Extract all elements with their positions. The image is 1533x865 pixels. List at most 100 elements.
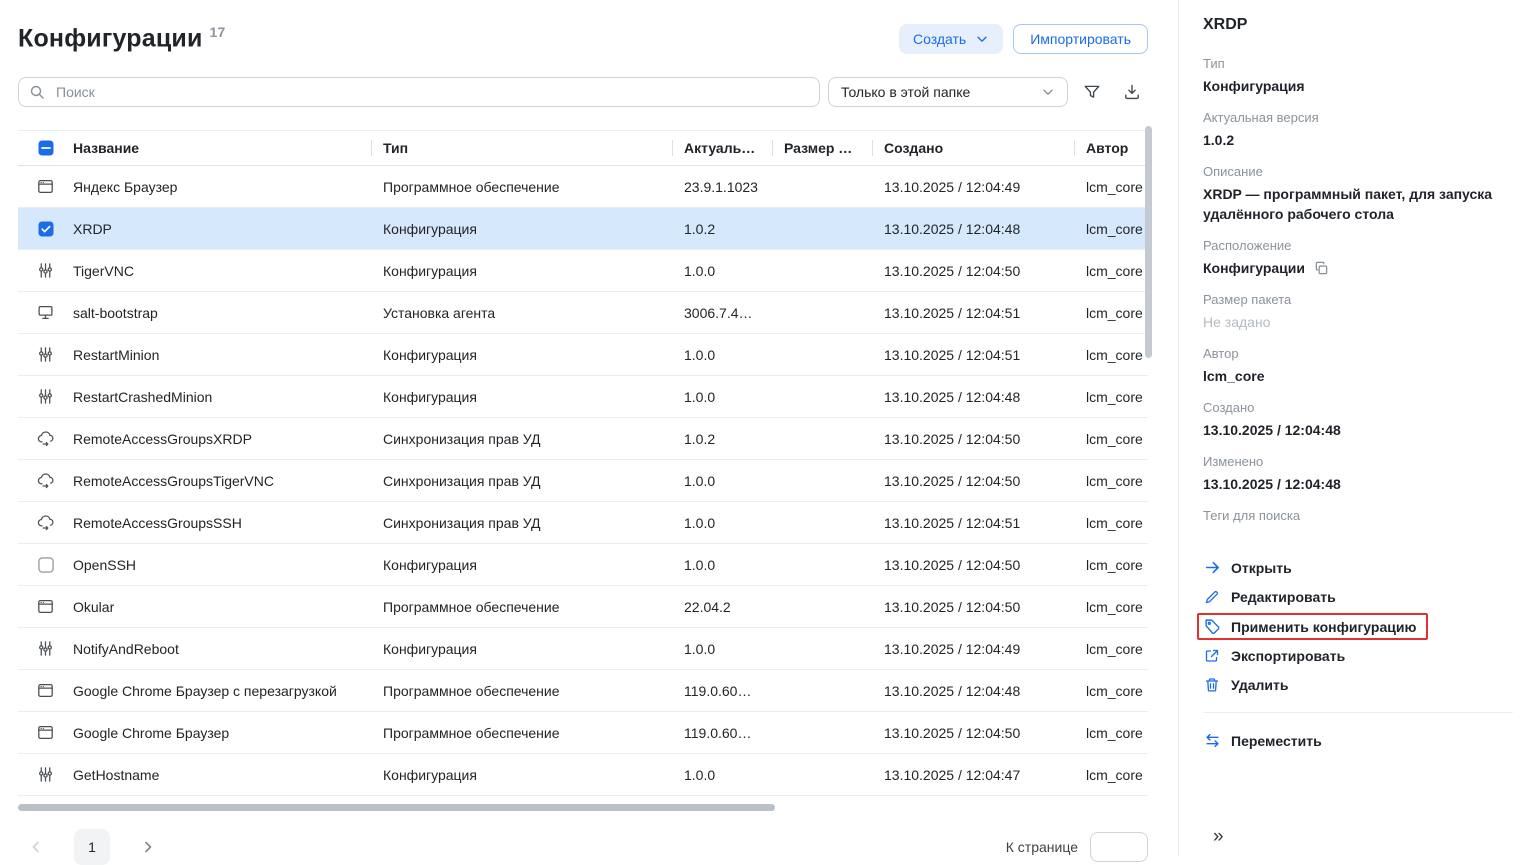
row-name: GetHostname [73, 767, 371, 783]
table-row[interactable]: Яндекс Браузер Программное обеспечение 2… [18, 166, 1148, 208]
column-header-version[interactable]: Актуаль… [672, 131, 772, 165]
row-name: Яндекс Браузер [73, 179, 371, 195]
table-row[interactable]: salt-bootstrap Установка агента 3006.7.4… [18, 292, 1148, 334]
detail-fields: Тип Конфигурация Актуальная версия 1.0.2… [1203, 56, 1513, 528]
column-header-type[interactable]: Тип [371, 131, 672, 165]
row-version: 119.0.60… [672, 683, 772, 699]
table-row[interactable]: XRDP Конфигурация 1.0.2 13.10.2025 / 12:… [18, 208, 1148, 250]
goto-page-label: К странице [1006, 839, 1078, 855]
table-row[interactable]: RemoteAccessGroupsTigerVNC Синхронизация… [18, 460, 1148, 502]
filter-button[interactable] [1076, 77, 1108, 107]
row-type: Синхронизация прав УД [371, 431, 672, 447]
create-button[interactable]: Создать [899, 24, 1003, 54]
page-1-button[interactable]: 1 [74, 829, 110, 865]
apply-configuration-action[interactable]: Применить конфигурацию [1197, 613, 1428, 640]
export-icon [1203, 648, 1221, 664]
horizontal-scrollbar[interactable] [18, 804, 1148, 811]
action-label: Применить конфигурацию [1231, 619, 1416, 635]
detail-actions: Открыть Редактировать Применить конфигур… [1203, 554, 1513, 698]
table-header: Название Тип Актуаль… Размер … Создано А… [18, 130, 1148, 166]
column-header-created[interactable]: Создано [872, 131, 1074, 165]
column-header-author[interactable]: Автор [1074, 131, 1148, 165]
tag-icon [1203, 618, 1221, 635]
folder-scope-select[interactable]: Только в этой папке [828, 77, 1068, 107]
table-row[interactable]: RestartMinion Конфигурация 1.0.0 13.10.2… [18, 334, 1148, 376]
import-button[interactable]: Импортировать [1013, 24, 1148, 54]
cloud-sync-icon[interactable] [37, 472, 54, 489]
row-name: TigerVNC [73, 263, 371, 279]
detail-field: Расположение Конфигурации [1203, 238, 1513, 278]
row-type: Синхронизация прав УД [371, 515, 672, 531]
table-row[interactable]: OpenSSH Конфигурация 1.0.0 13.10.2025 / … [18, 544, 1148, 586]
open-action[interactable]: Открыть [1197, 554, 1304, 581]
row-created: 13.10.2025 / 12:04:48 [872, 683, 1074, 699]
filter-icon [1083, 83, 1101, 101]
collapse-panel-button[interactable]: » [1213, 826, 1224, 848]
detail-field-value: XRDP — программный пакет, для запуска уд… [1203, 184, 1513, 224]
edit-action[interactable]: Редактировать [1197, 584, 1348, 610]
detail-field-value: 13.10.2025 / 12:04:48 [1203, 474, 1341, 494]
row-type: Конфигурация [371, 557, 672, 573]
search-box[interactable] [18, 77, 820, 107]
cloud-sync-icon[interactable] [37, 514, 54, 531]
vertical-scrollbar[interactable] [1145, 126, 1152, 358]
app-window-icon[interactable] [37, 724, 54, 741]
row-created: 13.10.2025 / 12:04:49 [872, 179, 1074, 195]
table-body: Яндекс Браузер Программное обеспечение 2… [18, 166, 1148, 796]
cloud-sync-icon[interactable] [37, 430, 54, 447]
app-window-icon[interactable] [37, 682, 54, 699]
checkbox-empty-icon[interactable] [38, 557, 54, 573]
search-input[interactable] [54, 83, 809, 101]
goto-page-input[interactable] [1090, 832, 1148, 862]
copy-icon[interactable] [1314, 261, 1329, 276]
next-page-button[interactable] [130, 829, 166, 865]
delete-action[interactable]: Удалить [1197, 672, 1300, 698]
row-name: Google Chrome Браузер с перезагрузкой [73, 683, 371, 699]
row-type: Программное обеспечение [371, 725, 672, 741]
sliders-icon[interactable] [37, 346, 54, 363]
app-window-icon[interactable] [37, 178, 54, 195]
select-all-checkbox[interactable] [38, 140, 54, 156]
column-header-size[interactable]: Размер … [772, 131, 872, 165]
table-row[interactable]: Google Chrome Браузер Программное обеспе… [18, 712, 1148, 754]
server-icon[interactable] [37, 304, 54, 321]
sliders-icon[interactable] [37, 766, 54, 783]
row-version: 1.0.0 [672, 515, 772, 531]
row-author: lcm_core [1074, 179, 1148, 195]
action-label: Открыть [1231, 560, 1292, 576]
row-author: lcm_core [1074, 683, 1148, 699]
header-actions: Создать Импортировать [899, 24, 1148, 54]
table-row[interactable]: RemoteAccessGroupsXRDP Синхронизация пра… [18, 418, 1148, 460]
horizontal-scrollbar-thumb[interactable] [18, 804, 775, 811]
row-name: RestartCrashedMinion [73, 389, 371, 405]
row-type: Конфигурация [371, 263, 672, 279]
table-row[interactable]: GetHostname Конфигурация 1.0.0 13.10.202… [18, 754, 1148, 796]
row-name: NotifyAndReboot [73, 641, 371, 657]
app-window-icon[interactable] [37, 598, 54, 615]
table-row[interactable]: RestartCrashedMinion Конфигурация 1.0.0 … [18, 376, 1148, 418]
checkbox-checked-icon[interactable] [38, 221, 54, 237]
detail-field-value: 1.0.2 [1203, 130, 1234, 150]
row-name: RemoteAccessGroupsTigerVNC [73, 473, 371, 489]
prev-page-button[interactable] [18, 829, 54, 865]
detail-field-label: Расположение [1203, 238, 1513, 253]
table-row[interactable]: NotifyAndReboot Конфигурация 1.0.0 13.10… [18, 628, 1148, 670]
sliders-icon[interactable] [37, 262, 54, 279]
sliders-icon[interactable] [37, 388, 54, 405]
table-row[interactable]: RemoteAccessGroupsSSH Синхронизация прав… [18, 502, 1148, 544]
table-row[interactable]: Google Chrome Браузер с перезагрузкой Пр… [18, 670, 1148, 712]
table-row[interactable]: TigerVNC Конфигурация 1.0.0 13.10.2025 /… [18, 250, 1148, 292]
row-version: 1.0.0 [672, 263, 772, 279]
download-button[interactable] [1116, 77, 1148, 107]
row-version: 1.0.0 [672, 389, 772, 405]
detail-field-label: Актуальная версия [1203, 110, 1513, 125]
table-row[interactable]: Okular Программное обеспечение 22.04.2 1… [18, 586, 1148, 628]
move-action[interactable]: Переместить [1197, 727, 1334, 754]
row-type: Синхронизация прав УД [371, 473, 672, 489]
create-button-label: Создать [913, 31, 966, 47]
column-header-name[interactable]: Название [73, 131, 371, 165]
export-action[interactable]: Экспортировать [1197, 643, 1357, 669]
action-label: Экспортировать [1231, 648, 1345, 664]
sliders-icon[interactable] [37, 640, 54, 657]
row-type: Программное обеспечение [371, 683, 672, 699]
